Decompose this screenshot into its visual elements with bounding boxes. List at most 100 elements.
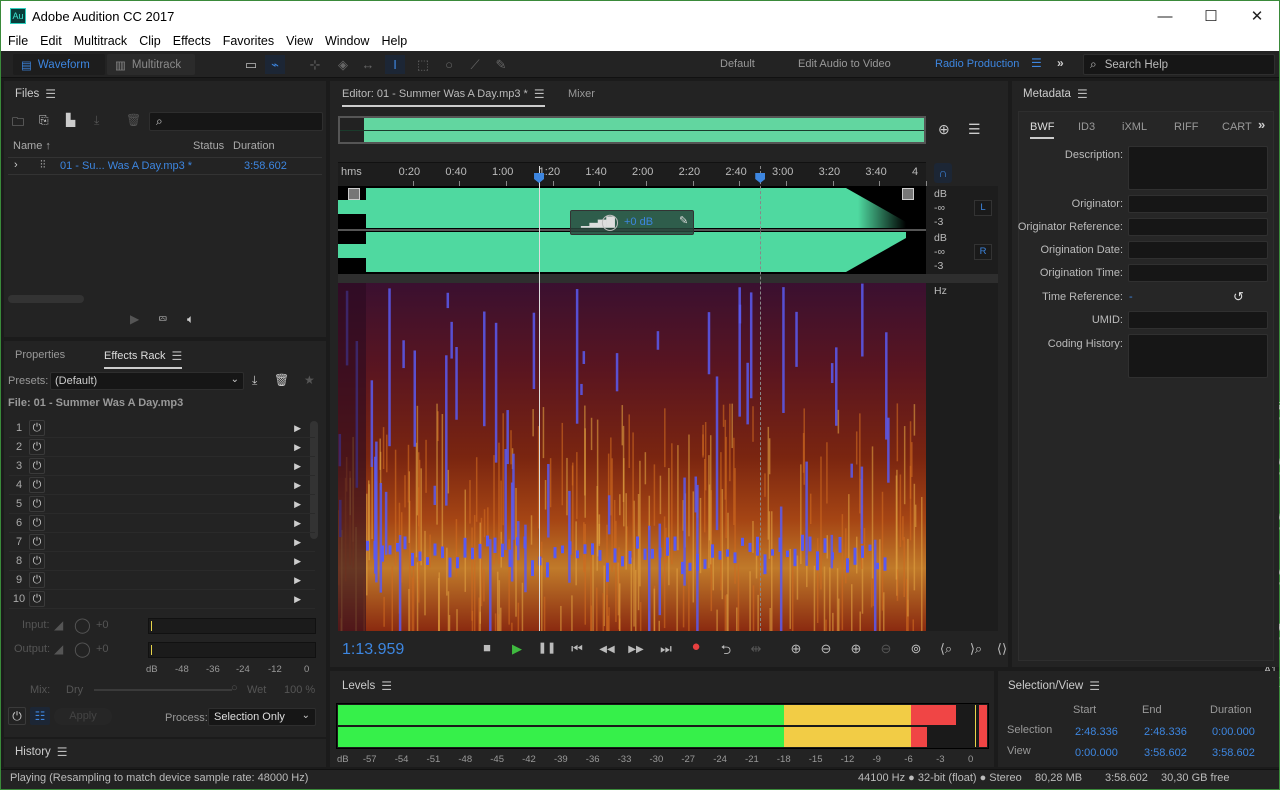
- editor-menu-icon[interactable]: ☰: [534, 87, 545, 101]
- power-icon[interactable]: ⏻: [29, 477, 45, 493]
- tab-mixer[interactable]: Mixer: [568, 88, 595, 100]
- power-icon[interactable]: ⏻: [29, 534, 45, 550]
- close-button[interactable]: ✕: [1234, 1, 1280, 31]
- minimize-button[interactable]: —: [1142, 1, 1188, 31]
- power-icon[interactable]: ⏻: [29, 439, 45, 455]
- files-menu-icon[interactable]: ☰: [45, 87, 56, 101]
- save-preset-icon[interactable]: ⤓: [252, 373, 257, 388]
- zoom-out-full-icon[interactable]: ⊚: [905, 641, 927, 657]
- selection-end[interactable]: 2:48.336: [1144, 726, 1187, 738]
- view-start[interactable]: 0:00.000: [1075, 747, 1118, 759]
- tab-ixml[interactable]: iXML: [1122, 121, 1147, 133]
- fast-forward-button[interactable]: ▶▶: [625, 644, 647, 655]
- files-search-input[interactable]: ⌕: [149, 112, 323, 131]
- spectral-display-icon[interactable]: ▭: [241, 55, 261, 74]
- mix-slider[interactable]: [94, 689, 232, 691]
- slot-menu-arrow-icon[interactable]: ▶: [294, 423, 301, 434]
- origination-time-field[interactable]: [1128, 264, 1268, 282]
- auto-play-icon[interactable]: 🔈︎: [187, 312, 194, 327]
- fade-out-handle[interactable]: [902, 188, 914, 200]
- tab-riff[interactable]: RIFF: [1174, 121, 1198, 133]
- slot-menu-arrow-icon[interactable]: ▶: [294, 556, 301, 567]
- import-file-icon[interactable]: ⎘: [39, 113, 49, 128]
- rack-list-button[interactable]: ☷: [30, 707, 50, 725]
- time-selection-tool-icon[interactable]: I: [385, 55, 405, 74]
- pause-button[interactable]: ❚❚: [536, 641, 558, 654]
- tab-cart[interactable]: CART: [1222, 121, 1252, 133]
- menu-multitrack[interactable]: Multitrack: [67, 34, 132, 48]
- process-dropdown[interactable]: Selection Only ⌄: [208, 708, 316, 726]
- tab-bwf[interactable]: BWF: [1030, 121, 1055, 139]
- current-time-display[interactable]: 1:13.959: [342, 641, 404, 659]
- reset-time-reference-icon[interactable]: ↺: [1233, 289, 1244, 305]
- zoom-navigator-icon[interactable]: ⊕: [938, 121, 950, 138]
- channel-right-button[interactable]: R: [974, 244, 992, 260]
- preview-play-icon[interactable]: ▶: [130, 312, 139, 326]
- move-tool-icon[interactable]: ⊹: [305, 55, 325, 74]
- effect-slot[interactable]: 8 ⏻ ▶: [9, 552, 315, 571]
- files-scrollbar[interactable]: [8, 295, 84, 303]
- menu-help[interactable]: Help: [374, 34, 412, 48]
- fade-in-handle[interactable]: [348, 188, 360, 200]
- slot-menu-arrow-icon[interactable]: ▶: [294, 518, 301, 529]
- slot-menu-arrow-icon[interactable]: ▶: [294, 594, 301, 605]
- coding-history-field[interactable]: [1128, 334, 1268, 378]
- umid-field[interactable]: [1128, 311, 1268, 329]
- input-gain-knob[interactable]: ◯: [74, 616, 91, 634]
- power-icon[interactable]: ⏻: [29, 496, 45, 512]
- time-ruler[interactable]: hms 0:20 0:40 1:00 1:20 1:40 2:00 2:20 2:40 3:00…: [338, 162, 927, 186]
- power-icon[interactable]: ⏻: [29, 420, 45, 436]
- overview-navigator[interactable]: [338, 116, 926, 144]
- delete-file-icon[interactable]: 🗑: [126, 113, 141, 127]
- insert-icon[interactable]: ⤓: [94, 113, 99, 128]
- rewind-button[interactable]: ◀◀: [596, 644, 618, 655]
- column-duration[interactable]: Duration: [233, 140, 275, 152]
- search-help-input[interactable]: ⌕ Search Help: [1083, 54, 1275, 75]
- history-menu-icon[interactable]: ☰: [57, 745, 68, 759]
- workspace-menu-icon[interactable]: ☰: [1031, 56, 1042, 70]
- menu-file[interactable]: File: [1, 34, 33, 48]
- effect-slot[interactable]: 9 ⏻ ▶: [9, 571, 315, 590]
- effect-slot[interactable]: 1 ⏻ ▶: [9, 419, 315, 438]
- zoom-out-time-icon[interactable]: ⊖: [875, 641, 897, 657]
- view-end[interactable]: 3:58.602: [1144, 747, 1187, 759]
- stop-button[interactable]: ■: [476, 640, 498, 655]
- tab-editor[interactable]: Editor: 01 - Summer Was A Day.mp3 * ☰: [342, 87, 545, 107]
- effect-slot[interactable]: 3 ⏻ ▶: [9, 457, 315, 476]
- selection-duration[interactable]: 0:00.000: [1212, 726, 1255, 738]
- originator-field[interactable]: [1128, 195, 1268, 213]
- marquee-tool-icon[interactable]: ⬚: [413, 55, 433, 74]
- expand-icon[interactable]: ›: [14, 159, 18, 171]
- menu-clip[interactable]: Clip: [132, 34, 166, 48]
- originator-reference-field[interactable]: [1128, 218, 1268, 236]
- slot-menu-arrow-icon[interactable]: ▶: [294, 575, 301, 586]
- file-row[interactable]: › ⫶⫶ 01 - Su... Was A Day.mp3 * 3:58.602: [8, 157, 322, 175]
- tab-effects-rack[interactable]: Effects Rack ☰: [104, 349, 183, 369]
- menu-favorites[interactable]: Favorites: [216, 34, 279, 48]
- apply-button[interactable]: Apply: [54, 708, 112, 725]
- workspace-radio-production[interactable]: Radio Production: [935, 58, 1019, 70]
- power-icon[interactable]: ⏻: [29, 515, 45, 531]
- waveform-view-button[interactable]: ▤ Waveform: [13, 54, 105, 75]
- effect-slot[interactable]: 6 ⏻ ▶: [9, 514, 315, 533]
- effect-slot[interactable]: 7 ⏻ ▶: [9, 533, 315, 552]
- play-button[interactable]: ▶: [506, 641, 528, 657]
- workspace-default[interactable]: Default: [720, 58, 755, 70]
- power-icon[interactable]: ⏻: [29, 591, 45, 607]
- tab-properties[interactable]: Properties: [15, 349, 65, 361]
- power-icon[interactable]: ⏻: [29, 553, 45, 569]
- menu-edit[interactable]: Edit: [33, 34, 67, 48]
- loop-button[interactable]: ⮌: [715, 641, 737, 663]
- slot-menu-arrow-icon[interactable]: ▶: [294, 537, 301, 548]
- description-field[interactable]: [1128, 146, 1268, 190]
- move-to-end-button[interactable]: ⏭: [655, 641, 677, 657]
- slot-menu-arrow-icon[interactable]: ▶: [294, 499, 301, 510]
- open-file-icon[interactable]: 🗀: [12, 113, 24, 134]
- selection-line[interactable]: [760, 166, 762, 631]
- lasso-tool-icon[interactable]: ○: [439, 55, 459, 74]
- slot-menu-arrow-icon[interactable]: ▶: [294, 442, 301, 453]
- column-name[interactable]: Name ↑: [13, 140, 51, 152]
- hud-gain-control[interactable]: ▁▃▅▇ ◯ +0 dB ✎: [570, 210, 694, 235]
- pin-icon[interactable]: ✎: [679, 214, 688, 227]
- mix-slider-handle[interactable]: ○: [231, 682, 238, 694]
